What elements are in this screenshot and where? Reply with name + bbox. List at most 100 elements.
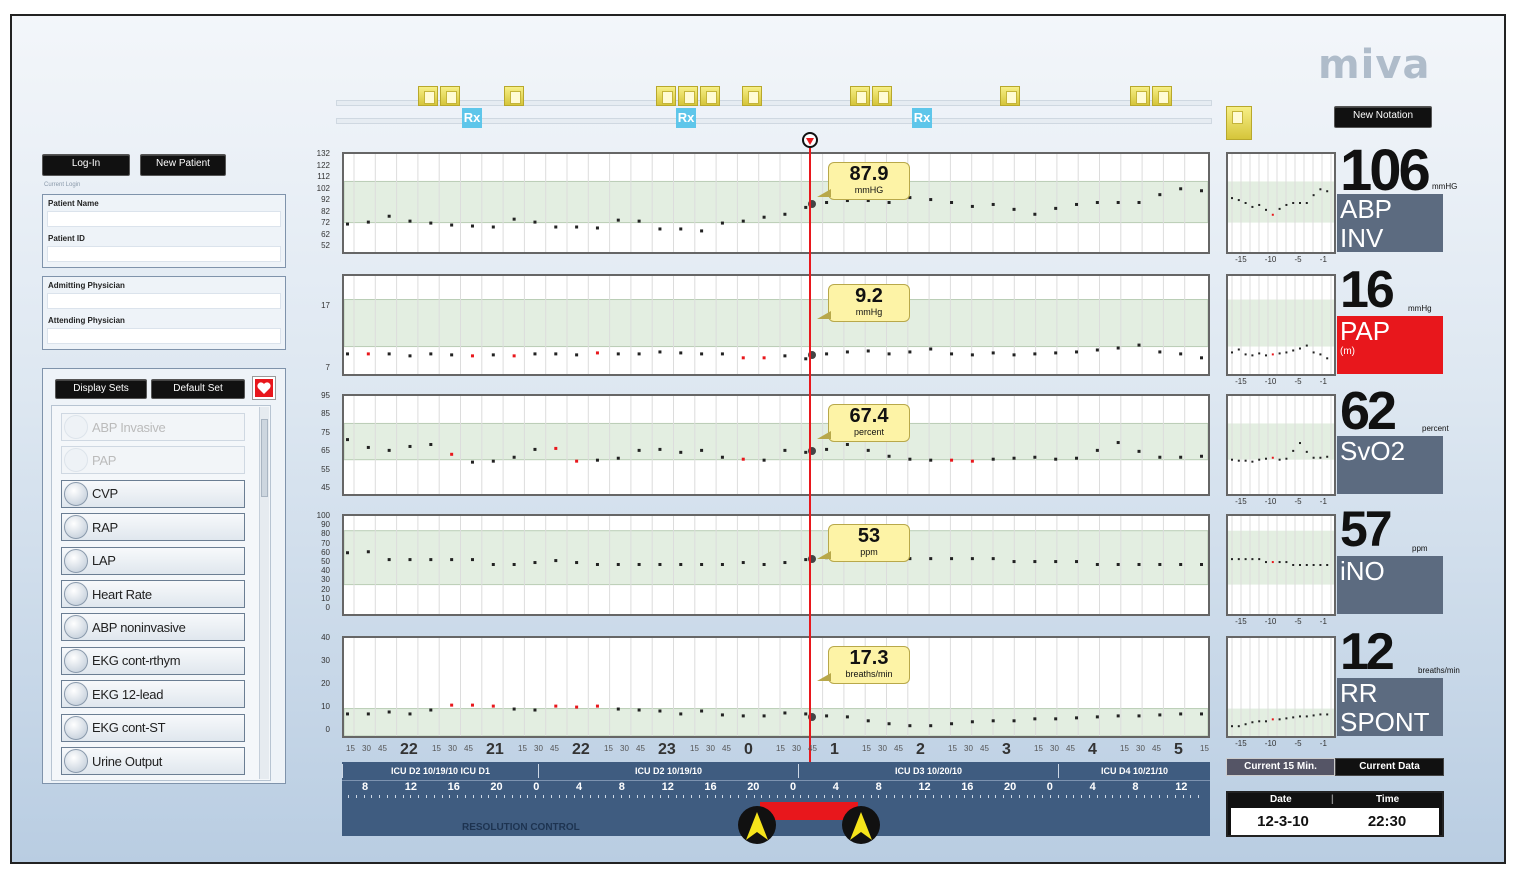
- notation-note-icon[interactable]: [1000, 86, 1020, 106]
- new-notation-button[interactable]: New Notation: [1334, 106, 1432, 128]
- mini-data-point: [1244, 558, 1247, 561]
- mini-trend-chart[interactable]: [1226, 394, 1336, 496]
- day-segment[interactable]: ICU D3 10/20/10: [798, 764, 1058, 778]
- list-scrollbar[interactable]: [259, 407, 269, 779]
- attending-physician-field[interactable]: [47, 328, 281, 344]
- display-set-item[interactable]: RAP: [61, 513, 245, 542]
- hour-tick-label: 23: [658, 741, 676, 758]
- data-point: [1012, 353, 1016, 357]
- patient-name-field[interactable]: [47, 211, 281, 227]
- radio-icon[interactable]: [64, 515, 88, 540]
- day-segment[interactable]: ICU D2 10/19/10: [538, 764, 798, 778]
- notation-note-icon[interactable]: [678, 86, 698, 106]
- notation-note-icon[interactable]: [1130, 86, 1150, 106]
- ruler-tick: [636, 795, 638, 798]
- vital-unit: ppm: [1412, 544, 1428, 553]
- display-set-item[interactable]: EKG 12-lead: [61, 680, 245, 709]
- radio-icon[interactable]: [64, 415, 88, 439]
- radio-icon[interactable]: [64, 615, 88, 640]
- display-set-item[interactable]: Heart Rate: [61, 580, 245, 608]
- mini-data-point: [1299, 347, 1301, 350]
- vital-name-box[interactable]: RR SPONT: [1337, 678, 1443, 737]
- rx-marker-icon[interactable]: Rx: [912, 108, 932, 128]
- radio-icon[interactable]: [64, 448, 88, 473]
- ruler-tick: [496, 795, 498, 798]
- data-point: [1158, 350, 1162, 354]
- trend-chart[interactable]: [342, 152, 1210, 254]
- y-tick-label: 80: [321, 529, 330, 539]
- vital-name-box[interactable]: iNO: [1337, 556, 1443, 614]
- notation-note-icon[interactable]: [1152, 86, 1172, 106]
- display-set-item[interactable]: Urine Output: [61, 747, 245, 775]
- vital-name-box[interactable]: ABP INV: [1337, 194, 1443, 253]
- display-set-item[interactable]: EKG cont-ST: [61, 713, 245, 742]
- y-tick-label: 62: [321, 229, 330, 239]
- data-point: [1033, 352, 1037, 356]
- display-set-item[interactable]: ABP noninvasive: [61, 613, 245, 642]
- display-set-item[interactable]: LAP: [61, 546, 245, 575]
- display-set-item[interactable]: EKG cont-rthym: [61, 646, 245, 675]
- data-point: [533, 352, 537, 356]
- ruler-tick: [410, 795, 412, 798]
- tab-current-15-min[interactable]: Current 15 Min.: [1226, 758, 1335, 776]
- day-segment[interactable]: ICU D2 10/19/10 ICU D1: [342, 764, 538, 778]
- timeline-resolution-control[interactable]: ICU D2 10/19/10 ICU D1 ICU D2 10/19/10 ICU…: [342, 762, 1210, 844]
- rx-marker-icon[interactable]: Rx: [676, 108, 696, 128]
- vital-value: 106: [1340, 138, 1431, 203]
- trend-chart[interactable]: [342, 274, 1210, 376]
- day-segment[interactable]: ICU D4 10/21/10: [1058, 764, 1210, 778]
- time-cursor-line[interactable]: [809, 144, 811, 832]
- notation-note-icon[interactable]: [872, 86, 892, 106]
- tab-current-data[interactable]: Current Data: [1335, 758, 1444, 776]
- radio-icon[interactable]: [64, 481, 88, 506]
- trend-chart[interactable]: [342, 514, 1210, 616]
- vital-name-box[interactable]: SvO2: [1337, 436, 1443, 494]
- notation-note-icon[interactable]: [504, 86, 524, 106]
- new-notation-note-icon[interactable]: [1226, 106, 1252, 140]
- notation-note-icon[interactable]: [440, 86, 460, 106]
- data-point: [991, 351, 995, 355]
- heart-icon[interactable]: [253, 377, 275, 399]
- ruler-tick: [1112, 795, 1114, 798]
- radio-icon[interactable]: [64, 548, 88, 573]
- ruler-tick: [1042, 795, 1044, 798]
- notation-note-icon[interactable]: [850, 86, 870, 106]
- radio-icon[interactable]: [64, 682, 88, 707]
- display-set-item[interactable]: ABP Invasive: [61, 413, 245, 441]
- display-set-item[interactable]: CVP: [61, 479, 245, 508]
- mini-trend-chart[interactable]: [1226, 636, 1336, 738]
- mini-trend-chart[interactable]: [1226, 514, 1336, 616]
- notation-note-icon[interactable]: [656, 86, 676, 106]
- notation-note-icon[interactable]: [700, 86, 720, 106]
- vital-name-box[interactable]: PAP (m): [1337, 316, 1443, 374]
- mini-data-point: [1305, 344, 1308, 347]
- resolution-handle-left[interactable]: [738, 806, 776, 844]
- radio-icon[interactable]: [64, 749, 88, 773]
- notation-note-icon[interactable]: [742, 86, 762, 106]
- radio-icon[interactable]: [64, 715, 88, 740]
- admitting-physician-field[interactable]: [47, 293, 281, 309]
- radio-icon[interactable]: [64, 582, 88, 606]
- new-patient-button[interactable]: New Patient: [140, 154, 226, 176]
- ruler-tick: [784, 795, 786, 798]
- y-tick-label: 55: [321, 464, 330, 474]
- rx-marker-icon[interactable]: Rx: [462, 108, 482, 128]
- ruler-hour-label: 12: [404, 781, 418, 793]
- display-set-item[interactable]: PAP: [61, 446, 245, 475]
- mini-data-point: [1312, 194, 1315, 197]
- mini-trend-chart[interactable]: [1226, 274, 1336, 376]
- mini-trend-chart[interactable]: [1226, 152, 1336, 254]
- patient-id-field[interactable]: [47, 246, 281, 262]
- login-button[interactable]: Log-In: [42, 154, 130, 176]
- display-sets-button[interactable]: Display Sets: [55, 379, 147, 399]
- attending-physician-label: Attending Physician: [48, 316, 125, 325]
- notation-note-icon[interactable]: [418, 86, 438, 106]
- minute-tick-label: 45: [722, 744, 731, 753]
- trend-chart[interactable]: [342, 636, 1210, 738]
- trend-chart[interactable]: [342, 394, 1210, 496]
- default-set-button[interactable]: Default Set: [151, 379, 245, 399]
- radio-icon[interactable]: [64, 648, 88, 673]
- resolution-handle-right[interactable]: [842, 806, 880, 844]
- ruler-tick: [987, 795, 989, 798]
- time-cursor-handle[interactable]: [802, 132, 818, 148]
